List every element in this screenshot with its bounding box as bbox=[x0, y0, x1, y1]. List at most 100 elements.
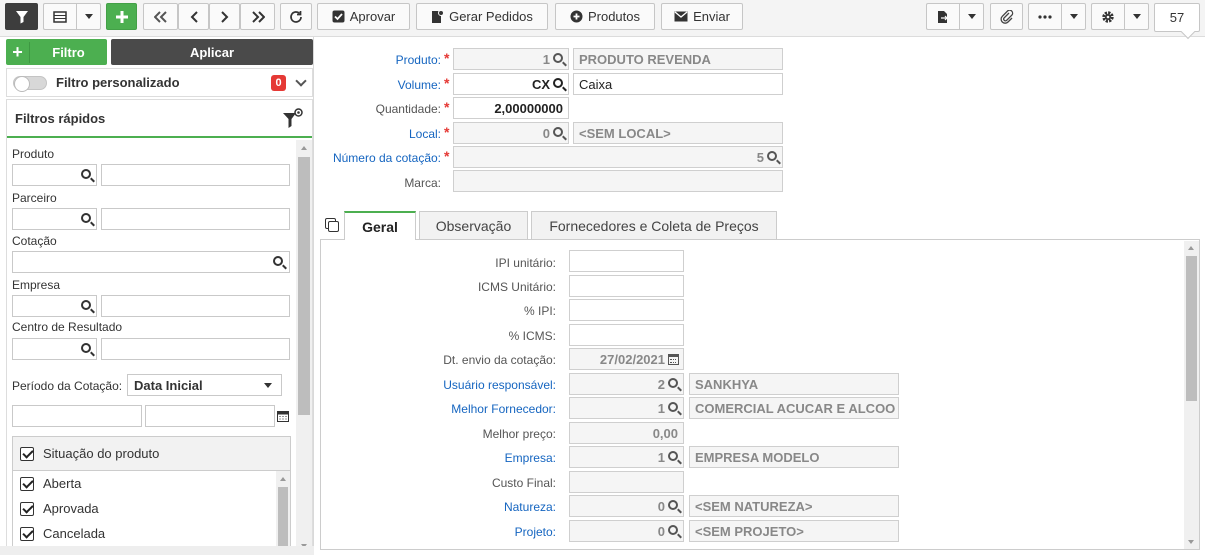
quick-filters-scrollbar[interactable] bbox=[296, 140, 312, 554]
melhor-fornecedor-code-field[interactable]: 1 bbox=[569, 397, 684, 419]
more-dropdown-button[interactable] bbox=[1061, 3, 1086, 30]
filter-toggle-button[interactable] bbox=[5, 3, 38, 30]
projeto-code-field[interactable]: 0 bbox=[569, 520, 684, 542]
checkbox-checked-icon[interactable] bbox=[20, 526, 34, 541]
previous-record-button[interactable] bbox=[178, 3, 209, 30]
view-dropdown-button[interactable] bbox=[76, 3, 101, 30]
chevron-down-icon bbox=[1132, 14, 1141, 19]
ipi-unitario-field[interactable] bbox=[569, 250, 684, 272]
search-icon[interactable] bbox=[553, 78, 563, 88]
cotacao-input[interactable] bbox=[12, 251, 290, 273]
centro-resultado-code-input[interactable] bbox=[12, 338, 97, 360]
quick-filters-section: Filtros rápidos Produto Parceiro Cotação… bbox=[6, 99, 313, 555]
usuario-code-field[interactable]: 2 bbox=[569, 373, 684, 395]
first-record-button[interactable] bbox=[143, 3, 178, 30]
last-record-button[interactable] bbox=[240, 3, 275, 30]
copy-icon[interactable] bbox=[325, 218, 339, 232]
search-icon[interactable] bbox=[668, 451, 678, 461]
parceiro-desc-input[interactable] bbox=[101, 208, 290, 230]
empresa-code-field[interactable]: 1 bbox=[569, 446, 684, 468]
search-icon[interactable] bbox=[668, 402, 678, 412]
search-icon[interactable] bbox=[81, 213, 91, 223]
custom-filter-toggle[interactable] bbox=[13, 75, 47, 92]
quantidade-field[interactable]: 2,00000000 bbox=[453, 97, 569, 119]
search-icon[interactable] bbox=[81, 343, 91, 353]
melhor-fornecedor-code-value: 1 bbox=[657, 400, 665, 416]
situacao-produto-group: Situação do produto Aberta Aprovada Canc… bbox=[12, 436, 291, 554]
grid-view-button[interactable] bbox=[43, 3, 76, 30]
left-horizontal-scrollbar[interactable] bbox=[0, 546, 314, 555]
aprovar-button[interactable]: Aprovar bbox=[317, 3, 410, 30]
dt-envio-value: 27/02/2021 bbox=[599, 351, 665, 367]
checkbox-checked-icon[interactable] bbox=[20, 446, 34, 461]
produto-code-field[interactable]: 1 bbox=[453, 48, 569, 70]
pct-icms-field[interactable] bbox=[569, 324, 684, 346]
funnel-settings-icon[interactable] bbox=[282, 108, 304, 130]
tab-fornecedores[interactable]: Fornecedores e Coleta de Preços bbox=[531, 211, 777, 240]
search-icon[interactable] bbox=[81, 300, 91, 310]
search-icon[interactable] bbox=[767, 151, 777, 161]
more-actions-button[interactable] bbox=[1028, 3, 1061, 30]
situacao-scrollbar[interactable] bbox=[276, 471, 290, 554]
search-icon[interactable] bbox=[668, 525, 678, 535]
tab-observacao[interactable]: Observação bbox=[419, 211, 528, 240]
local-code-field[interactable]: 0 bbox=[453, 122, 569, 144]
numero-cotacao-field[interactable]: 5 bbox=[453, 146, 783, 168]
chevron-down-icon bbox=[967, 14, 976, 19]
settings-dropdown-button[interactable] bbox=[1124, 3, 1149, 30]
produto-filter-label: Produto bbox=[12, 147, 55, 161]
icms-unitario-label: ICMS Unitário: bbox=[477, 280, 556, 294]
aprovar-label: Aprovar bbox=[349, 9, 396, 24]
icms-unitario-field[interactable] bbox=[569, 275, 684, 297]
search-icon[interactable] bbox=[553, 53, 563, 63]
centro-resultado-filter-label: Centro de Resultado bbox=[12, 320, 123, 334]
search-icon[interactable] bbox=[553, 127, 563, 137]
export-dropdown-button[interactable] bbox=[959, 3, 984, 30]
refresh-button[interactable] bbox=[280, 3, 312, 30]
search-icon[interactable] bbox=[273, 256, 283, 266]
periodo-select[interactable]: Data Inicial bbox=[127, 374, 282, 396]
calendar-icon[interactable] bbox=[668, 354, 679, 365]
projeto-desc-field: <SEM PROJETO> bbox=[689, 520, 899, 542]
checkbox-checked-icon[interactable] bbox=[20, 501, 34, 516]
empresa-desc-input[interactable] bbox=[101, 295, 290, 317]
volume-code-field[interactable]: CX bbox=[453, 73, 569, 95]
search-icon[interactable] bbox=[81, 169, 91, 179]
periodo-filter-label: Período da Cotação: bbox=[12, 379, 123, 393]
situacao-item-aberta[interactable]: Aberta bbox=[13, 471, 290, 496]
periodo-end-input[interactable] bbox=[145, 405, 275, 427]
empresa-code-input[interactable] bbox=[12, 295, 97, 317]
search-icon[interactable] bbox=[668, 378, 678, 388]
natureza-code-field[interactable]: 0 bbox=[569, 495, 684, 517]
situacao-item-aprovada[interactable]: Aprovada bbox=[13, 496, 290, 521]
checkbox-checked-icon[interactable] bbox=[20, 476, 34, 491]
situacao-item-cancelada[interactable]: Cancelada bbox=[13, 521, 290, 546]
produto-code-input[interactable] bbox=[12, 164, 97, 186]
refresh-icon bbox=[290, 10, 302, 23]
attachment-button[interactable] bbox=[990, 3, 1023, 30]
plus-circle-icon bbox=[570, 10, 583, 23]
tab-geral[interactable]: Geral bbox=[344, 211, 416, 241]
settings-button[interactable] bbox=[1091, 3, 1124, 30]
situacao-header[interactable]: Situação do produto bbox=[13, 437, 290, 471]
next-record-button[interactable] bbox=[209, 3, 240, 30]
add-filter-button[interactable]: + Filtro bbox=[6, 39, 107, 65]
export-button[interactable] bbox=[926, 3, 959, 30]
periodo-start-input[interactable] bbox=[12, 405, 142, 427]
produto-desc-input[interactable] bbox=[101, 164, 290, 186]
parceiro-code-input[interactable] bbox=[12, 208, 97, 230]
gerar-pedidos-button[interactable]: Gerar Pedidos bbox=[416, 3, 548, 30]
melhor-preco-field: 0,00 bbox=[569, 422, 684, 444]
calendar-icon[interactable] bbox=[277, 410, 289, 422]
volume-desc-field[interactable]: Caixa bbox=[573, 73, 783, 95]
produtos-button[interactable]: Produtos bbox=[555, 3, 655, 30]
chevron-down-icon[interactable] bbox=[295, 75, 307, 87]
add-button[interactable] bbox=[106, 3, 137, 30]
apply-filter-button[interactable]: Aplicar bbox=[111, 39, 313, 65]
geral-scrollbar[interactable] bbox=[1184, 241, 1199, 549]
centro-resultado-desc-input[interactable] bbox=[101, 338, 290, 360]
pct-ipi-field[interactable] bbox=[569, 299, 684, 321]
search-icon[interactable] bbox=[668, 500, 678, 510]
enviar-button[interactable]: Enviar bbox=[661, 3, 743, 30]
natureza-label: Natureza: bbox=[503, 500, 556, 514]
